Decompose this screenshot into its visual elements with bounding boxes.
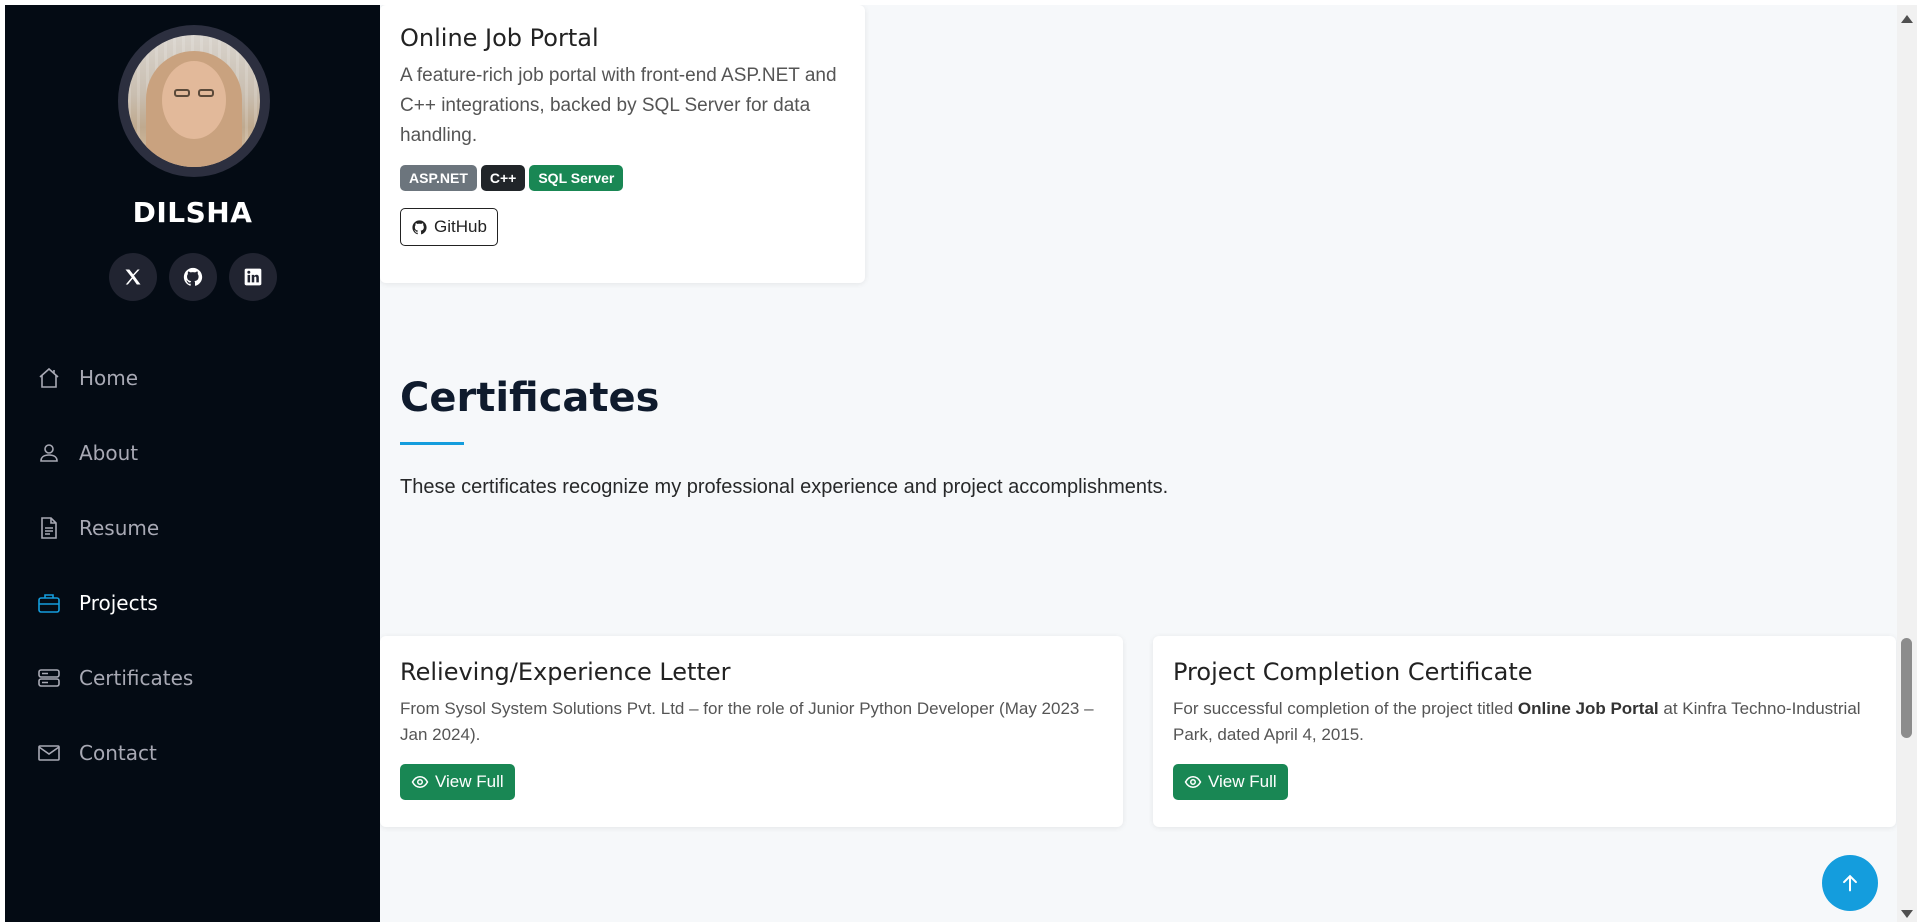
back-to-top-button[interactable] [1822,855,1878,911]
scroll-down-arrow-icon[interactable] [1901,910,1913,918]
eye-icon [411,775,429,789]
view-full-button[interactable]: View Full [1173,764,1288,800]
tech-badges: ASP.NET C++ SQL Server [400,165,845,191]
project-name-bold: Online Job Portal [1517,699,1659,718]
badge-aspnet: ASP.NET [400,165,477,191]
nav-label: About [79,440,139,465]
file-text-icon [35,514,63,542]
social-links [5,253,380,301]
person-icon [35,439,63,467]
nav-item-certificates[interactable]: Certificates [5,640,380,715]
certificate-title: Relieving/Experience Letter [400,658,731,686]
sidebar-nav: Home About Resume Projects Certificates [5,340,380,790]
nav-item-projects[interactable]: Projects [5,565,380,640]
scroll-up-arrow-icon[interactable] [1901,15,1913,23]
section-title-underline [400,442,464,445]
envelope-icon [35,739,63,767]
project-description: A feature-rich job portal with front-end… [400,65,837,146]
certificate-text: For successful completion of the project… [1173,699,1861,744]
x-twitter-icon [125,269,140,285]
scrollbar[interactable] [1897,5,1917,922]
nav-item-contact[interactable]: Contact [5,715,380,790]
nav-item-resume[interactable]: Resume [5,490,380,565]
linkedin-icon [244,268,261,286]
github-button-label: GitHub [434,217,487,236]
github-icon [412,219,427,234]
github-link[interactable] [168,253,217,301]
view-full-button[interactable]: View Full [400,764,515,800]
profile-photo [128,35,260,167]
linkedin-link[interactable] [228,253,277,301]
nav-label: Projects [79,590,158,615]
nav-item-about[interactable]: About [5,415,380,490]
eye-icon [1184,775,1202,789]
server-icon [35,664,63,692]
nav-label: Home [79,365,139,390]
certificate-card: Relieving/Experience Letter From Sysol S… [380,636,1123,827]
arrow-up-icon [1843,874,1857,892]
profile-name: DILSHA [132,196,253,229]
avatar [118,25,270,177]
certificate-title: Project Completion Certificate [1173,658,1533,686]
project-title: Online Job Portal [400,24,599,52]
github-button[interactable]: GitHub [400,208,498,246]
badge-cpp: C++ [480,165,526,191]
section-title: Certificates [400,375,660,421]
briefcase-icon [35,589,63,617]
project-card: Online Job Portal A feature-rich job por… [380,5,865,283]
nav-item-home[interactable]: Home [5,340,380,415]
sidebar: DILSHA Home About Resume Projects Certif… [5,5,380,922]
nav-label: Resume [79,515,160,540]
view-full-label: View Full [435,772,504,791]
house-icon [35,364,63,392]
badge-sql-server: SQL Server [529,165,624,191]
section-description: These certificates recognize my professi… [400,476,1169,498]
nav-label: Contact [79,740,157,765]
github-icon [183,267,202,286]
main-content: Online Job Portal A feature-rich job por… [380,5,1897,922]
scrollbar-thumb[interactable] [1901,638,1912,738]
x-twitter-link[interactable] [108,253,157,301]
certificate-card: Project Completion Certificate For succe… [1153,636,1896,827]
view-full-label: View Full [1208,772,1277,791]
certificate-text: From Sysol System Solutions Pvt. Ltd – f… [400,699,1094,744]
nav-label: Certificates [79,665,194,690]
